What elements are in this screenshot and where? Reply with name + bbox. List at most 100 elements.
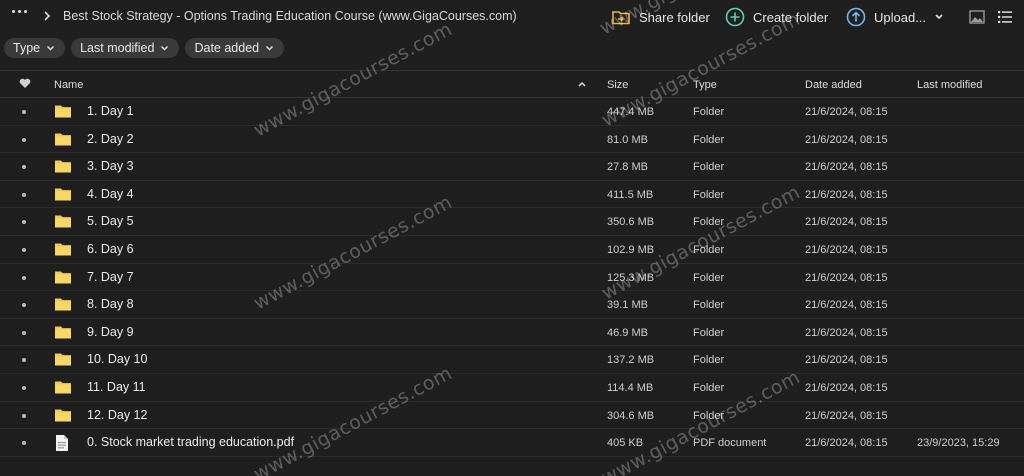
row-size: 114.4 MB	[607, 381, 654, 394]
folder-icon	[54, 351, 72, 370]
row-name[interactable]: 0. Stock market trading education.pdf	[87, 435, 294, 449]
filter-bar: Type Last modified Date added	[4, 38, 285, 59]
row-size: 102.9 MB	[607, 243, 655, 256]
row-select-dot[interactable]	[22, 441, 26, 446]
row-name[interactable]: 5. Day 5	[87, 214, 134, 228]
row-select-dot[interactable]	[22, 137, 26, 142]
table-row[interactable]: 6. Day 6 102.9 MB Folder 21/6/2024, 08:15	[0, 236, 1024, 264]
row-type: Folder	[693, 161, 725, 174]
row-select-dot[interactable]	[22, 413, 26, 418]
row-name[interactable]: 11. Day 11	[87, 380, 146, 394]
row-name[interactable]: 7. Day 7	[87, 270, 134, 284]
row-size: 350.6 MB	[607, 216, 655, 229]
row-select-dot[interactable]	[22, 220, 26, 225]
breadcrumb-chevron-icon	[44, 11, 51, 21]
row-name[interactable]: 3. Day 3	[87, 159, 134, 173]
row-name[interactable]: 10. Day 10	[87, 352, 147, 366]
row-name[interactable]: 9. Day 9	[87, 325, 134, 339]
table-row[interactable]: 11. Day 11 114.4 MB Folder 21/6/2024, 08:15	[0, 374, 1024, 402]
file-manager-window: Best Stock Strategy - Options Trading Ed…	[0, 0, 1024, 476]
row-type: Folder	[693, 106, 725, 118]
row-select-dot[interactable]	[22, 165, 26, 170]
row-date-added: 21/6/2024, 08:15	[805, 133, 888, 146]
row-select-dot[interactable]	[22, 385, 26, 390]
row-name[interactable]: 6. Day 6	[87, 242, 134, 256]
row-size: 81.0 MB	[607, 133, 648, 146]
folder-icon	[54, 324, 72, 343]
thumbnail-view-icon[interactable]	[969, 10, 985, 24]
filter-chip-label: Last modified	[80, 41, 155, 55]
chevron-down-icon	[47, 45, 55, 51]
folder-icon	[54, 241, 72, 260]
row-type: Folder	[693, 326, 725, 339]
pdf-file-icon	[54, 434, 70, 455]
table-row[interactable]: 9. Day 9 46.9 MB Folder 21/6/2024, 08:15	[0, 319, 1024, 347]
chevron-down-icon	[266, 45, 274, 51]
row-type: Folder	[693, 354, 725, 367]
row-date-added: 21/6/2024, 08:15	[805, 161, 888, 174]
row-type: Folder	[693, 409, 725, 422]
list-view-button[interactable]	[993, 6, 1017, 28]
filter-type-chip[interactable]: Type	[4, 38, 66, 58]
row-type: Folder	[693, 271, 725, 284]
table-row[interactable]: 4. Day 4 411.5 MB Folder 21/6/2024, 08:15	[0, 181, 1024, 209]
create-folder-label: Create folder	[753, 9, 829, 25]
column-header-size[interactable]: Size	[607, 79, 628, 91]
row-name[interactable]: 4. Day 4	[87, 187, 134, 201]
row-select-dot[interactable]	[22, 303, 26, 308]
row-size: 411.5 MB	[607, 188, 654, 201]
column-header-type[interactable]: Type	[693, 79, 717, 91]
row-name[interactable]: 12. Day 12	[87, 408, 147, 422]
row-type: PDF document	[693, 437, 767, 450]
breadcrumb-current-folder[interactable]: Best Stock Strategy - Options Trading Ed…	[63, 9, 517, 23]
table-row[interactable]: 12. Day 12 304.6 MB Folder 21/6/2024, 08:15	[0, 402, 1024, 430]
share-folder-button[interactable]: Share folder	[611, 6, 710, 28]
row-name[interactable]: 1. Day 1	[87, 104, 134, 118]
more-options-icon[interactable]	[12, 10, 27, 13]
upload-button[interactable]: Upload...	[846, 6, 944, 28]
row-name[interactable]: 2. Day 2	[87, 132, 134, 146]
heart-icon[interactable]	[19, 78, 31, 89]
column-header-date-added[interactable]: Date added	[805, 79, 862, 91]
column-header-name[interactable]: Name	[54, 79, 83, 91]
row-date-added: 21/6/2024, 08:15	[805, 326, 888, 339]
folder-icon	[54, 186, 72, 205]
share-folder-icon	[611, 7, 631, 27]
folder-icon	[54, 379, 72, 398]
row-select-dot[interactable]	[22, 330, 26, 335]
row-select-dot[interactable]	[22, 247, 26, 252]
top-bar: Best Stock Strategy - Options Trading Ed…	[0, 0, 1024, 34]
row-size: 304.6 MB	[607, 409, 655, 422]
row-select-dot[interactable]	[22, 192, 26, 197]
folder-icon	[54, 407, 72, 426]
create-folder-button[interactable]: Create folder	[725, 6, 828, 28]
table-row[interactable]: 8. Day 8 39.1 MB Folder 21/6/2024, 08:15	[0, 291, 1024, 319]
row-size: 405 KB	[607, 437, 644, 450]
folder-icon	[54, 213, 72, 232]
folder-icon	[54, 296, 72, 315]
table-row[interactable]: 7. Day 7 125.3 MB Folder 21/6/2024, 08:15	[0, 264, 1024, 292]
row-select-dot[interactable]	[22, 358, 26, 363]
sort-ascending-icon[interactable]	[577, 80, 587, 88]
filter-last-modified-chip[interactable]: Last modified	[71, 38, 180, 58]
row-size: 137.2 MB	[607, 354, 655, 367]
table-row[interactable]: 0. Stock market trading education.pdf 405…	[0, 429, 1024, 457]
table-row[interactable]: 1. Day 1 447.4 MB Folder 21/6/2024, 08:15	[0, 98, 1024, 126]
upload-label: Upload...	[874, 9, 927, 25]
table-row[interactable]: 10. Day 10 137.2 MB Folder 21/6/2024, 08:15	[0, 346, 1024, 374]
filter-date-added-chip[interactable]: Date added	[185, 38, 285, 58]
row-last-modified: 23/9/2023, 15:29	[917, 437, 1000, 450]
row-name[interactable]: 8. Day 8	[87, 297, 134, 311]
table-row[interactable]: 3. Day 3 27.8 MB Folder 21/6/2024, 08:15	[0, 153, 1024, 181]
share-folder-label: Share folder	[639, 9, 710, 25]
row-size: 27.8 MB	[607, 161, 648, 174]
column-header-last-modified[interactable]: Last modified	[917, 79, 982, 91]
row-select-dot[interactable]	[22, 110, 26, 114]
table-row[interactable]: 2. Day 2 81.0 MB Folder 21/6/2024, 08:15	[0, 126, 1024, 154]
row-date-added: 21/6/2024, 08:15	[805, 216, 888, 229]
upload-arrow-icon	[846, 7, 866, 27]
table-row[interactable]: 5. Day 5 350.6 MB Folder 21/6/2024, 08:15	[0, 208, 1024, 236]
row-date-added: 21/6/2024, 08:15	[805, 106, 888, 118]
folder-icon	[54, 158, 72, 177]
row-select-dot[interactable]	[22, 275, 26, 280]
